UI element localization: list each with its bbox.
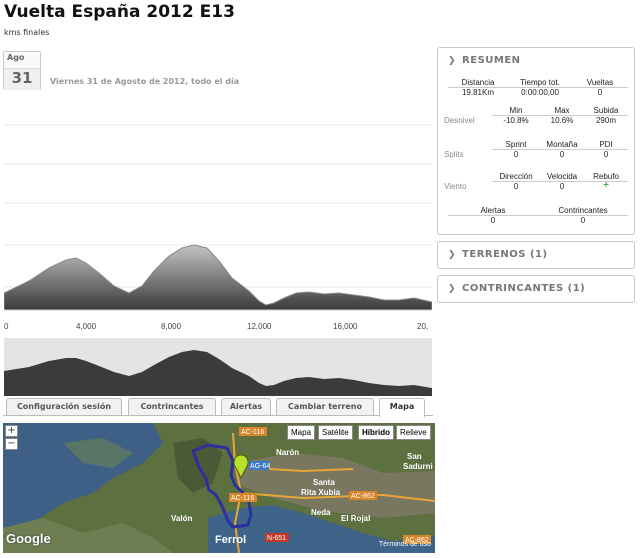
chevron-down-icon: ❯ [448,56,457,66]
terrenos-header[interactable]: ❯ TERRENOS (1) [448,249,548,260]
stat-header: PDI [584,140,628,150]
contrincantes-header[interactable]: ❯ CONTRINCANTES (1) [448,283,585,294]
resumen-header[interactable]: ❯ RESUMEN [448,55,521,66]
stat-montana: 0 [559,150,565,159]
stat-desnivel-min: -10.8% [503,116,529,125]
stat-pdi: 0 [603,150,609,159]
calendar-day: 31 [4,68,40,90]
contrincantes-panel[interactable]: ❯ CONTRINCANTES (1) [437,275,635,303]
tab-configuracion[interactable]: Configuración sesión [6,398,122,415]
event-date: Viernes 31 de Agosto de 2012, todo el dí… [50,77,240,86]
map-type-mapa[interactable]: Mapa [287,425,316,440]
tab-mapa[interactable]: Mapa [379,398,425,417]
stat-desnivel-max: 10.6% [550,116,574,125]
map-road-label: N-651 [267,535,286,542]
zoom-out-button[interactable]: − [5,438,18,450]
tab-contrincantes[interactable]: Contrincantes [128,398,216,415]
stat-header: Distancia [448,78,508,88]
profile-navigator[interactable] [4,338,432,396]
chevron-right-icon: ❯ [448,284,457,294]
stat-header: Dirección [492,172,540,182]
google-logo: Google [6,531,51,546]
map-place-label: Santa [313,478,335,487]
map-place-label: Valón [171,514,192,523]
row-label-viento: Viento [444,182,467,191]
map-terms-link[interactable]: Términos de uso [379,541,431,548]
stat-header: Velocida [540,172,584,182]
stat-header: Tiempo tot. [508,78,572,88]
stat-direccion: 0 [513,182,519,191]
stat-distancia: 19.81Km [461,88,495,97]
stat-header: Contrincantes [538,206,628,216]
stat-tiempo: 0:00:00,00 [521,88,559,97]
stat-contrincantes: 0 [580,216,586,225]
x-tick-label: 8,000 [161,322,182,331]
tab-cambiar-terreno[interactable]: Cambiar terreno [276,398,374,415]
stat-desnivel-subida: 290m [595,116,616,125]
stat-header: Montaña [540,140,584,150]
map-place-label: Neda [311,508,331,517]
x-tick-label: 4,000 [76,322,97,331]
x-tick-label: 16,000 [333,322,358,331]
stat-header: Vueltas [572,78,628,88]
map-road-label: AC-862 [351,493,375,500]
stat-header: Sprint [492,140,540,150]
map-place-label: Ferrol [215,534,246,546]
resumen-panel: ❯ RESUMEN Distancia Tiempo tot. Vueltas 1… [437,47,635,235]
elevation-profile[interactable]: 0 4,000 8,000 12,000 16,000 20, [3,93,433,333]
route-map[interactable]: Narón Santa Rita Xubia Neda El Rojal Val… [3,423,435,553]
stat-vueltas: 0 [597,88,603,97]
stat-header: Alertas [448,206,538,216]
calendar-badge: Ago 31 [3,51,41,90]
map-road-label: AC-116 [231,495,254,502]
row-label-desnivel: Desnivel [444,116,475,125]
map-place-label: San [407,452,422,461]
map-road-label: AG-64 [250,463,270,470]
calendar-month: Ago [7,53,25,62]
zoom-in-button[interactable]: + [5,425,18,437]
stat-alertas: 0 [490,216,496,225]
chevron-right-icon: ❯ [448,250,457,260]
map-place-label: Sadurni [403,462,433,471]
rebufo-plus-icon[interactable]: + [584,180,628,191]
stat-header: Max [540,106,584,116]
map-place-label: Narón [276,448,299,457]
x-tick-label: 20, [417,322,428,331]
page-title: Vuelta España 2012 E13 [4,2,235,22]
page-subtitle: kms finales [4,28,50,37]
map-type-satelite[interactable]: Satélite [318,425,353,440]
tab-alertas[interactable]: Alertas [221,398,271,415]
elevation-area [3,244,433,311]
map-type-relieve[interactable]: Relieve [396,425,431,440]
stat-header: Min [492,106,540,116]
x-tick-label: 12,000 [247,322,272,331]
map-canvas: Narón Santa Rita Xubia Neda El Rojal Val… [3,423,435,553]
row-label-splits: Splits [444,150,464,159]
terrenos-panel[interactable]: ❯ TERRENOS (1) [437,241,635,269]
stat-header: Subida [584,106,628,116]
map-type-hibrido[interactable]: Híbrido [358,425,394,440]
map-road-label: AC-116 [241,429,264,436]
x-tick-label: 0 [4,322,9,331]
navigator-area [4,350,432,396]
map-place-label: El Rojal [341,514,370,523]
session-tabs: Configuración sesión Contrincantes Alert… [3,398,433,417]
map-place-label: Rita Xubia [301,488,341,497]
stat-velocidad: 0 [559,182,565,191]
stat-sprint: 0 [513,150,519,159]
